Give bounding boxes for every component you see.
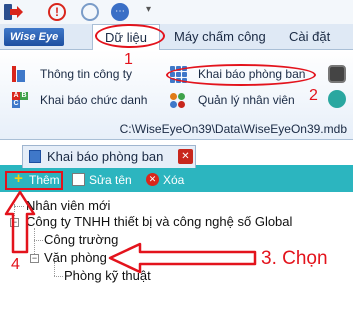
exit-icon[interactable] <box>4 3 23 21</box>
wiseeye-logo[interactable]: Wise Eye <box>4 28 64 46</box>
document-tab-title: Khai báo phòng ban <box>47 149 164 164</box>
calendar-icon[interactable] <box>328 65 346 83</box>
position-declare-label: Khai báo chức danh <box>40 93 148 107</box>
annotation-step-3: 3. Chọn <box>261 248 328 269</box>
collapse-icon[interactable]: − <box>10 218 19 227</box>
tree-node-new-employee[interactable]: Nhân viên mới <box>26 198 110 213</box>
chat-icon[interactable]: ⋯ <box>111 3 129 21</box>
annotation-circle-du-lieu <box>95 24 165 48</box>
tree-node-company[interactable]: Công ty TNHH thiết bị và công nghệ số Gl… <box>26 214 292 229</box>
company-info-label: Thông tin công ty <box>40 67 133 81</box>
annotation-circle-khai-bao-phong-ban <box>166 64 316 86</box>
annotation-step-4: 4 <box>11 256 20 273</box>
annotation-box-them <box>5 171 63 190</box>
close-icon[interactable]: ✕ <box>178 149 193 164</box>
info-icon[interactable]: ! <box>48 3 66 21</box>
abc-icon: A B C <box>12 92 28 108</box>
annotation-step-2: 2 <box>309 87 318 104</box>
collapse-icon[interactable]: − <box>30 254 39 263</box>
sync-icon[interactable] <box>328 90 346 108</box>
delete-label: Xóa <box>163 173 185 187</box>
tree-node-office[interactable]: Văn phòng <box>44 250 107 265</box>
annotation-step-1: 1 <box>124 51 133 68</box>
customize-dropdown-icon[interactable]: ▾ <box>146 4 151 15</box>
employee-manage-label: Quản lý nhân viên <box>198 93 295 107</box>
quick-access-toolbar: ! ⋯ ▾ <box>0 0 353 24</box>
department-icon <box>29 150 41 163</box>
database-path: C:\WiseEyeOn39\Data\WiseEyeOn39.mdb <box>119 122 347 136</box>
refresh-icon[interactable] <box>81 3 99 21</box>
tab-cai-dat[interactable]: Cài đặt chấ <box>289 24 353 70</box>
ribbon-tab-row: Wise Eye Dữ liệu Máy chấm công Cài đặt c… <box>0 24 353 70</box>
employees-icon <box>170 92 186 108</box>
document-tab-row: Khai báo phòng ban ✕ <box>0 140 353 168</box>
document-tab[interactable]: Khai báo phòng ban ✕ <box>22 145 196 168</box>
delete-icon: ✕ <box>146 173 159 186</box>
tree-node-technical[interactable]: Phòng kỹ thuật <box>64 268 151 283</box>
tree-node-construction[interactable]: Công trường <box>44 232 118 247</box>
rename-label: Sửa tên <box>89 173 132 187</box>
tab-may-cham-cong[interactable]: Máy chấm công <box>174 24 266 50</box>
company-icon <box>12 66 28 82</box>
edit-icon <box>72 173 85 186</box>
ribbon-panel: Thông tin công ty A B C Khai báo chức da… <box>0 50 353 140</box>
